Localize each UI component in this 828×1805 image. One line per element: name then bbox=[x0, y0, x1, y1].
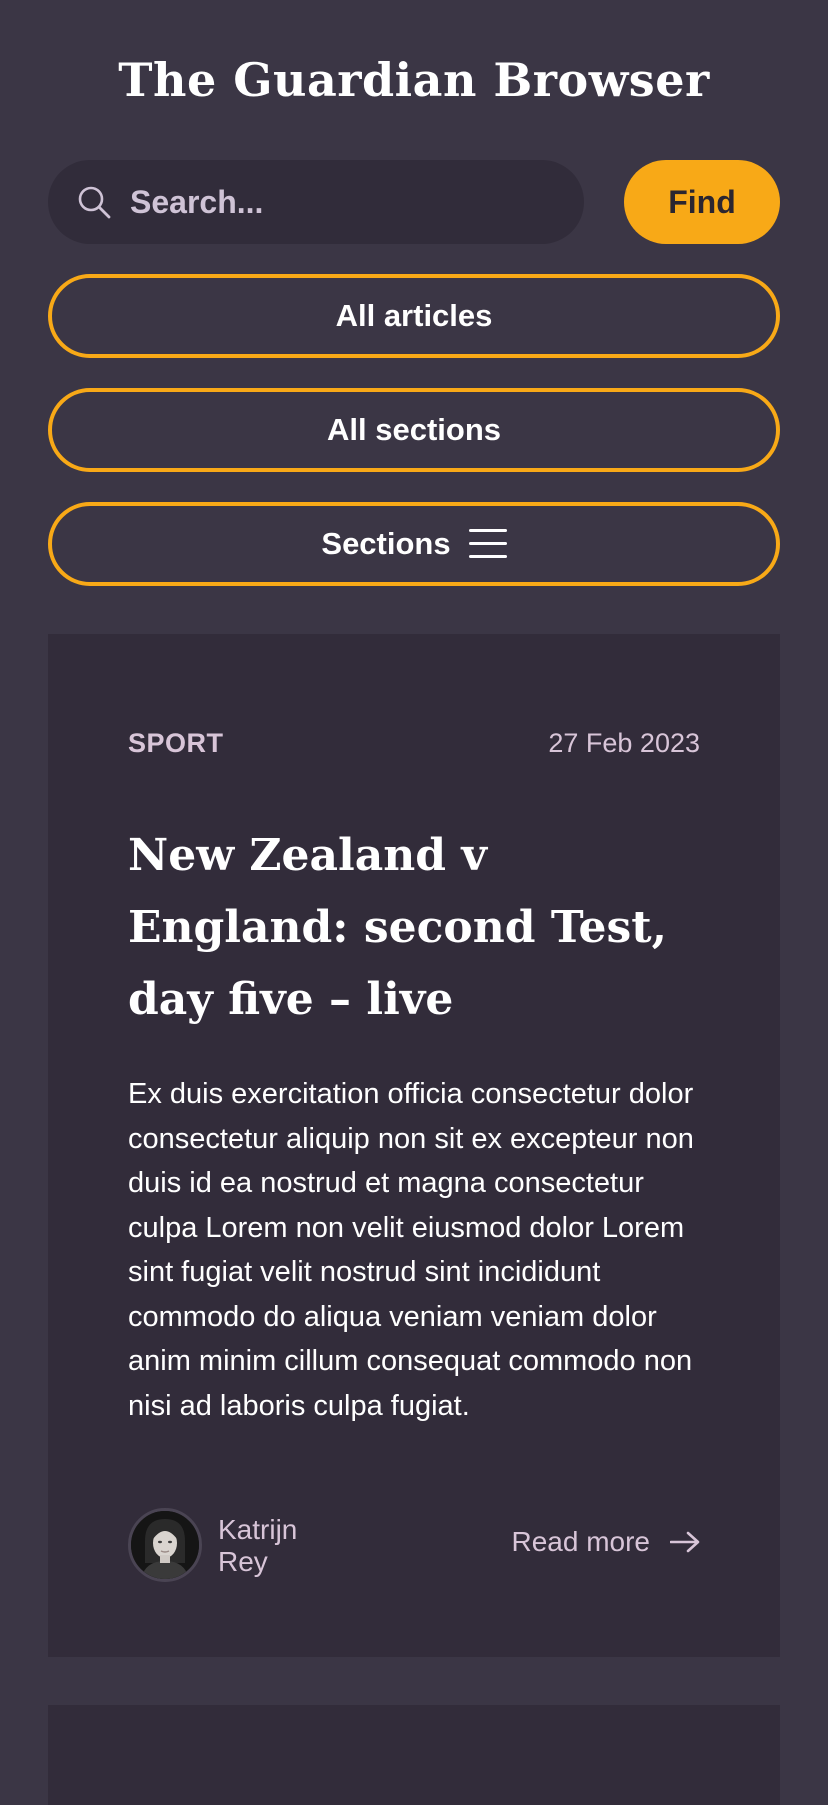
hamburger-menu-icon bbox=[468, 527, 507, 561]
all-articles-button[interactable]: All articles bbox=[48, 274, 780, 358]
sections-label: Sections bbox=[321, 526, 451, 561]
article-footer: Katrijn Rey Read more bbox=[128, 1508, 700, 1584]
arrow-right-icon bbox=[670, 1531, 700, 1553]
author-last-name: Rey bbox=[218, 1546, 268, 1577]
article-meta: SPORT 27 Feb 2023 bbox=[128, 728, 700, 768]
read-more-label: Read more bbox=[511, 1526, 650, 1557]
author-portrait-icon bbox=[131, 1511, 199, 1579]
read-more-link[interactable]: Read more bbox=[511, 1526, 700, 1558]
author-avatar bbox=[128, 1508, 202, 1582]
app-title: The Guardian Browser bbox=[118, 53, 710, 107]
app-header: The Guardian Browser bbox=[0, 48, 828, 112]
search-icon bbox=[78, 186, 111, 219]
article-card-next bbox=[48, 1705, 780, 1805]
sections-menu-button[interactable]: Sections bbox=[48, 502, 780, 586]
search-field[interactable] bbox=[48, 160, 584, 244]
author-first-name: Katrijn bbox=[218, 1514, 298, 1545]
section-label[interactable]: SPORT bbox=[128, 728, 224, 759]
all-articles-label: All articles bbox=[335, 298, 493, 333]
author-name[interactable]: Katrijn Rey bbox=[218, 1514, 338, 1578]
article-card: SPORT 27 Feb 2023 New Zealand v England:… bbox=[48, 634, 780, 1657]
find-button[interactable]: Find bbox=[624, 160, 780, 244]
article-title[interactable]: New Zealand v England: second Test, day … bbox=[128, 820, 700, 1036]
all-sections-label: All sections bbox=[327, 412, 501, 447]
article-date: 27 Feb 2023 bbox=[548, 728, 700, 758]
search-bar: Find bbox=[48, 160, 780, 244]
all-sections-button[interactable]: All sections bbox=[48, 388, 780, 472]
search-input[interactable] bbox=[130, 160, 560, 244]
article-excerpt: Ex duis exercitation officia consectetur… bbox=[128, 1078, 694, 1422]
